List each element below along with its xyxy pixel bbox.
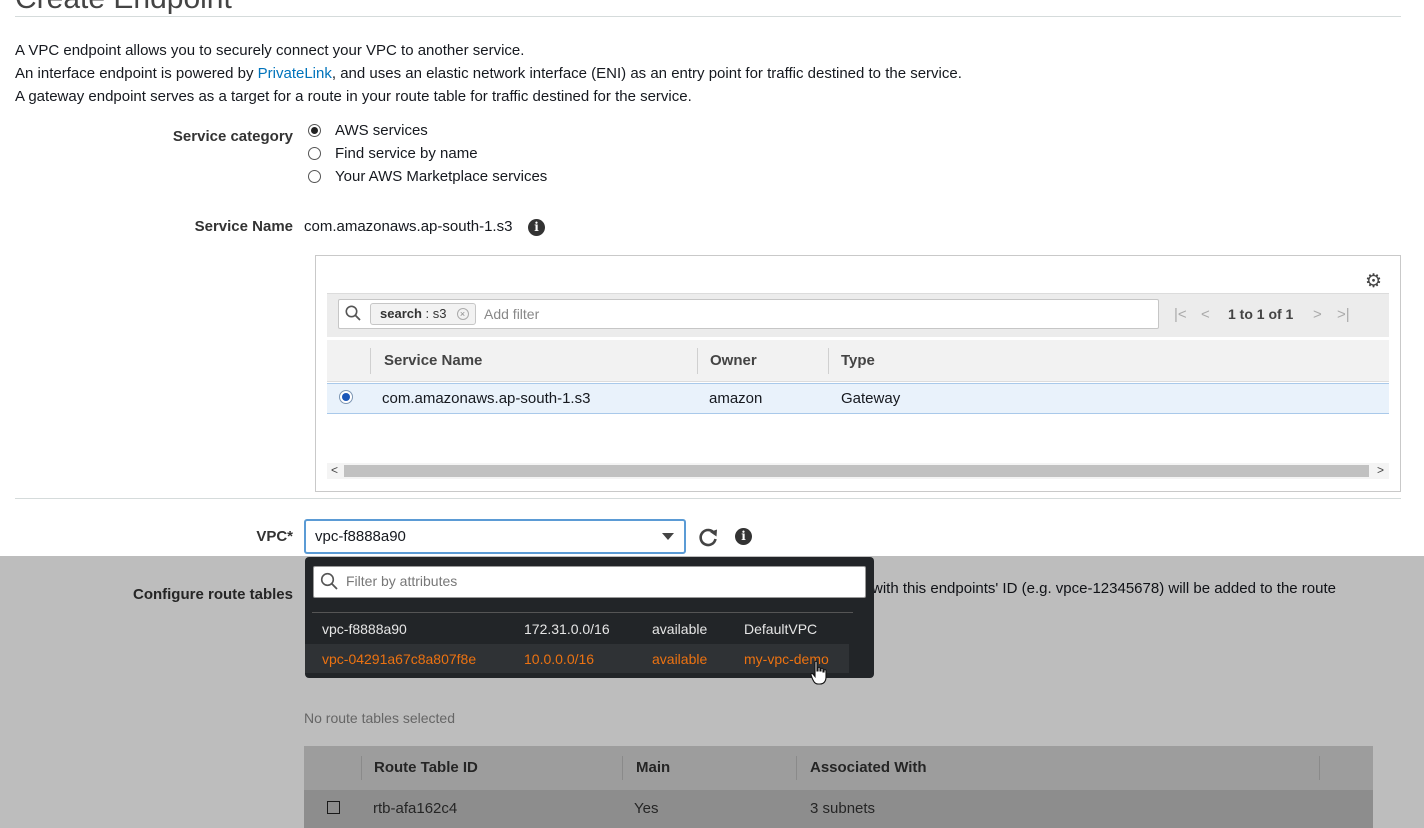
chevron-down-icon[interactable]	[662, 533, 674, 540]
row-select-radio[interactable]	[339, 390, 353, 404]
first-page-icon[interactable]: |<	[1174, 306, 1187, 323]
radio-label: Your AWS Marketplace services	[335, 168, 548, 185]
service-name-label: Service Name	[194, 218, 293, 235]
option-vpc-id: vpc-f8888a90	[322, 621, 407, 637]
vpc-option-my-vpc-demo[interactable]: vpc-04291a67c8a807f8e 10.0.0.0/16 availa…	[305, 644, 849, 673]
radio-marketplace-services[interactable]: Your AWS Marketplace services	[308, 168, 547, 185]
cell-service-name: com.amazonaws.ap-south-1.s3	[382, 390, 591, 407]
section-divider	[15, 498, 1401, 499]
cell-type: Gateway	[841, 390, 901, 407]
next-page-icon[interactable]: >	[1313, 306, 1322, 323]
refresh-icon[interactable]	[697, 526, 719, 548]
scroll-right-icon[interactable]: >	[1377, 463, 1384, 477]
cell-owner: amazon	[709, 390, 763, 407]
column-header-service-name[interactable]: Service Name	[384, 352, 482, 369]
service-name-value: com.amazonaws.ap-south-1.s3	[304, 218, 513, 235]
scroll-left-icon[interactable]: <	[331, 463, 338, 477]
radio-label: AWS services	[335, 122, 428, 139]
privatelink-link[interactable]: PrivateLink	[258, 65, 332, 82]
title-divider	[15, 16, 1401, 17]
intro-line-3: A gateway endpoint serves as a target fo…	[15, 88, 692, 105]
radio-button[interactable]	[308, 147, 321, 160]
info-icon[interactable]: i	[528, 219, 545, 236]
vpc-option-default[interactable]: vpc-f8888a90 172.31.0.0/16 available Def…	[305, 614, 874, 643]
radio-button[interactable]	[308, 170, 321, 183]
radio-aws-services[interactable]: AWS services	[308, 122, 428, 139]
filter-placeholder: Filter by attributes	[346, 573, 458, 589]
option-vpc-id: vpc-04291a67c8a807f8e	[322, 651, 477, 667]
prev-page-icon[interactable]: <	[1201, 306, 1210, 323]
option-cidr: 172.31.0.0/16	[524, 621, 610, 637]
token-key: search	[380, 306, 422, 321]
intro-line-2-start: An interface endpoint is powered by	[15, 65, 258, 82]
last-page-icon[interactable]: >|	[1337, 306, 1350, 323]
search-icon	[345, 305, 361, 321]
add-filter-placeholder[interactable]: Add filter	[484, 306, 539, 322]
menu-divider	[312, 612, 853, 613]
page-title: Create Endpoint	[15, 0, 232, 16]
radio-find-service-by-name[interactable]: Find service by name	[308, 145, 478, 162]
search-filter-token[interactable]: search : s3 ×	[370, 303, 476, 325]
intro-line-2-end: , and uses an elastic network interface …	[331, 65, 962, 82]
token-value: s3	[432, 306, 447, 321]
gear-icon[interactable]: ⚙	[1365, 270, 1382, 293]
hand-cursor-icon	[810, 660, 827, 685]
option-vpc-name: DefaultVPC	[744, 621, 818, 637]
intro-line-2: An interface endpoint is powered by Priv…	[15, 62, 962, 85]
column-divider	[828, 348, 829, 374]
column-divider	[370, 348, 371, 374]
service-category-label: Service category	[172, 128, 293, 145]
column-divider	[697, 348, 698, 374]
option-state: available	[652, 651, 708, 667]
option-state: available	[652, 621, 708, 637]
scrollbar-thumb[interactable]	[344, 465, 1369, 477]
info-icon[interactable]: i	[735, 528, 752, 545]
radio-button[interactable]	[308, 124, 321, 137]
column-header-owner[interactable]: Owner	[710, 352, 757, 369]
pagination-text: 1 to 1 of 1	[1228, 306, 1294, 322]
close-icon[interactable]: ×	[456, 308, 469, 320]
option-cidr: 10.0.0.0/16	[524, 651, 595, 667]
radio-label: Find service by name	[335, 145, 478, 162]
column-header-type[interactable]: Type	[841, 352, 875, 369]
intro-line-1: A VPC endpoint allows you to securely co…	[15, 42, 525, 59]
search-icon	[320, 572, 338, 590]
vpc-label: VPC*	[256, 528, 293, 545]
token-separator: :	[421, 306, 433, 321]
vpc-select[interactable]: vpc-f8888a90	[304, 519, 686, 554]
